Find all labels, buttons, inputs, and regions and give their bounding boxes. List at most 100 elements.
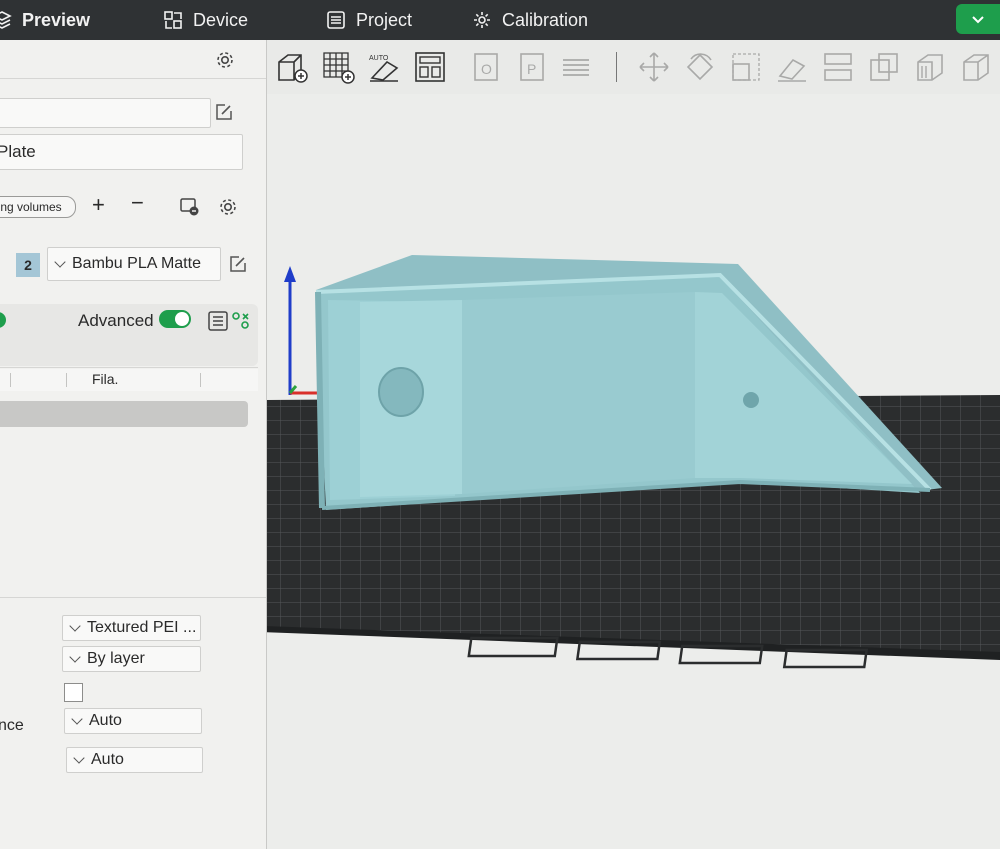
plate-type-value: Textured PEI ...: [87, 619, 197, 636]
viewport-toolbar: AUTO O P: [267, 40, 1000, 94]
edit-icon: [216, 104, 232, 120]
top-bar: Preview Device Project Calibration: [0, 0, 1000, 40]
sync-filament-button[interactable]: [179, 196, 201, 218]
calibration-gear-icon: [474, 12, 490, 28]
process-list-button[interactable]: [207, 310, 229, 332]
advanced-toggle[interactable]: [159, 310, 191, 328]
filament-index-badge[interactable]: 2: [16, 253, 40, 277]
list-icon: [208, 311, 228, 331]
tab-label: Preview: [22, 9, 91, 30]
z-axis-arrow: [284, 266, 296, 282]
auto-orient-button[interactable]: AUTO: [367, 50, 401, 84]
supports-icon: [917, 54, 943, 81]
auto-orient-icon: AUTO: [369, 55, 399, 82]
edit-printer-button[interactable]: [213, 101, 235, 123]
left-sidebar: Plate ng volumes + − 2 Bambu PLA Matte A…: [0, 40, 267, 849]
chevron-down-icon: [69, 651, 81, 663]
plate-o-icon: O: [474, 53, 498, 81]
filament-dropdown[interactable]: Bambu PLA Matte: [47, 247, 221, 281]
print-sequence-value: By layer: [87, 650, 145, 667]
tab-label: Device: [193, 9, 249, 30]
plate-select[interactable]: Plate: [0, 134, 243, 170]
move-button[interactable]: [637, 50, 671, 84]
tab-preview[interactable]: Preview: [0, 0, 90, 40]
move-icon: [639, 52, 669, 82]
cube-icon: [963, 54, 989, 81]
advanced-label: Advanced: [78, 311, 154, 330]
chevron-down-icon: [73, 752, 85, 764]
printer-settings-button[interactable]: [214, 49, 236, 71]
remove-filament-button[interactable]: −: [131, 190, 144, 216]
toggle-knob: [175, 312, 189, 326]
tab-project[interactable]: Project: [326, 0, 412, 40]
filament-name: Bambu PLA Matte: [72, 255, 201, 272]
plate-type-dropdown[interactable]: Textured PEI ...: [62, 615, 201, 641]
filament-settings-button[interactable]: [217, 196, 239, 218]
volumes-toggle-button[interactable]: ng volumes: [0, 196, 76, 218]
auto-value-2: Auto: [91, 751, 124, 768]
screw-hole: [743, 392, 759, 408]
svg-text:O: O: [481, 61, 492, 77]
layers-button[interactable]: [559, 50, 593, 84]
model-bracket[interactable]: [315, 255, 942, 510]
arrange-button[interactable]: [413, 50, 447, 84]
chevron-down-icon: [972, 16, 984, 24]
setting-label: nce: [0, 717, 24, 734]
grid-add-icon: [323, 52, 355, 84]
lay-on-face-button[interactable]: [775, 50, 809, 84]
svg-text:P: P: [527, 61, 536, 77]
plate-o-button[interactable]: O: [469, 50, 503, 84]
spiral-vase-checkbox[interactable]: [64, 683, 83, 702]
chevron-down-icon: [71, 713, 83, 725]
plate-name: Plate: [0, 142, 36, 161]
svg-text:AUTO: AUTO: [369, 55, 389, 62]
table-row-selected[interactable]: [0, 401, 248, 427]
cut-icon: [824, 53, 852, 81]
mounting-hole: [378, 367, 424, 417]
tab-label: Calibration: [502, 9, 589, 30]
list-icon: [327, 11, 345, 29]
tab-label: Project: [356, 9, 413, 30]
sync-icon: [180, 198, 199, 216]
cut-button[interactable]: [821, 50, 855, 84]
device-icon: [164, 11, 182, 29]
scale-button[interactable]: [729, 50, 763, 84]
compare-button[interactable]: [230, 310, 249, 332]
table-header: Fila.: [0, 369, 258, 391]
lines-icon: [563, 59, 589, 76]
measure-button[interactable]: [959, 50, 993, 84]
tab-calibration[interactable]: Calibration: [472, 0, 588, 40]
plate-p-icon: P: [520, 53, 544, 81]
slice-button[interactable]: [956, 4, 1000, 34]
chevron-down-icon: [69, 620, 81, 632]
plate-p-button[interactable]: P: [515, 50, 549, 84]
column-header-fila[interactable]: Fila.: [92, 371, 118, 387]
rotate-icon: [686, 53, 714, 81]
add-filament-button[interactable]: +: [92, 192, 105, 218]
volumes-label: ng volumes: [0, 200, 62, 214]
auto-dropdown-1[interactable]: Auto: [64, 708, 202, 734]
toolbar-divider: [616, 52, 617, 82]
gear-icon: [220, 199, 236, 215]
rotate-button[interactable]: [683, 50, 717, 84]
edit-filament-button[interactable]: [227, 253, 249, 275]
scene: [267, 255, 1000, 669]
supports-button[interactable]: [913, 50, 947, 84]
layers-icon: [0, 11, 12, 29]
add-cube-icon: [278, 54, 308, 83]
add-cube-button[interactable]: [275, 50, 309, 84]
filament-index: 2: [24, 257, 32, 273]
edit-icon: [230, 256, 246, 272]
add-plate-button[interactable]: [321, 50, 355, 84]
scale-icon: [732, 53, 760, 81]
arrange-icon: [415, 52, 445, 82]
compare-icon: [232, 312, 249, 329]
3d-viewport[interactable]: [267, 40, 1000, 849]
boolean-button[interactable]: [867, 50, 901, 84]
printer-select[interactable]: [0, 98, 211, 128]
boolean-icon: [870, 53, 898, 81]
tab-device[interactable]: Device: [163, 0, 248, 40]
print-sequence-dropdown[interactable]: By layer: [62, 646, 201, 672]
auto-dropdown-2[interactable]: Auto: [66, 747, 203, 773]
gear-icon: [217, 52, 233, 68]
